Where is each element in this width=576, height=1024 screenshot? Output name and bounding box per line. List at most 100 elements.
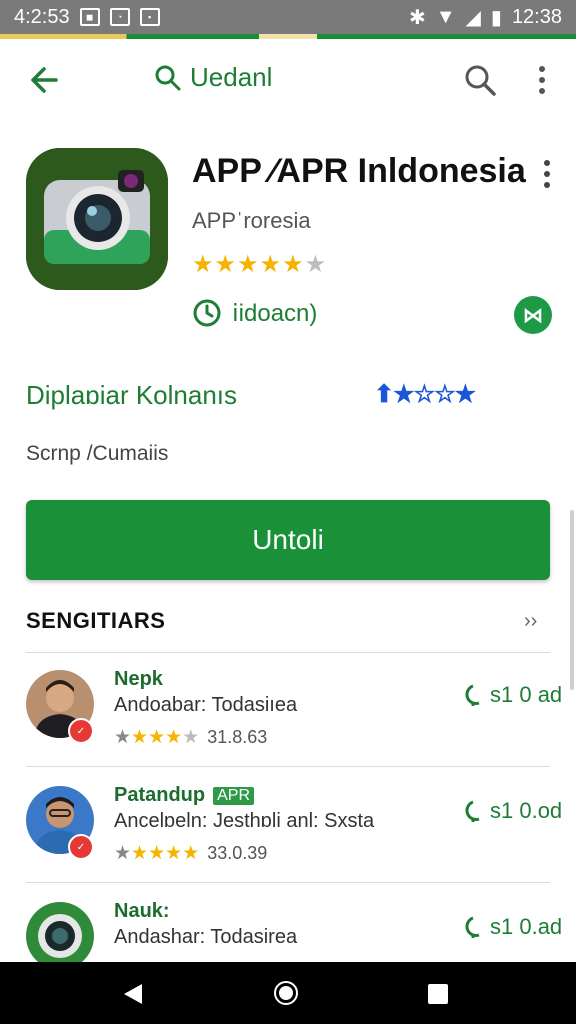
clock-icon: [193, 299, 221, 327]
app-subtitle: APPˈroresia: [192, 208, 311, 233]
avatar: [26, 902, 94, 970]
item-rating: ★ ★ ★ ★ ★ 31.8.63: [114, 726, 267, 749]
bluetooth-icon: ✱: [408, 6, 426, 29]
list-item[interactable]: ✓ Nepk Andoabar: Todasiıea ★ ★ ★ ★ ★ 31.…: [0, 668, 576, 778]
item-name-text: Nauk:: [114, 900, 170, 922]
item-size[interactable]: s1 0 ad: [462, 682, 562, 708]
list-item[interactable]: ✓ Patandup APR Ancelɒeln: Jesthɒli anl: …: [0, 784, 576, 894]
back-arrow-icon: [31, 67, 58, 93]
item-name-text: Nepk: [114, 668, 163, 690]
scrollbar[interactable]: [570, 510, 574, 690]
item-size-text: s1 0 ad: [490, 682, 563, 707]
star-icon: ★: [148, 727, 166, 748]
item-desc: Andashar: Todasirea: [114, 926, 298, 948]
more-options-button[interactable]: [530, 62, 554, 98]
wifi-icon: ▼: [435, 5, 456, 28]
star-icon: ★: [259, 251, 282, 278]
more-dot-icon: [544, 182, 550, 188]
more-dot-icon: [539, 88, 545, 94]
nav-recents-button[interactable]: [428, 984, 448, 1004]
download-icon: [465, 684, 480, 706]
status-right: ✱ ▼ ◢ ▮ 12:38: [409, 5, 576, 30]
status-bar: 4:2:53 ◼ ◔ ▪ ✱ ▼ ◢ ▮ 12:38: [0, 0, 576, 34]
section-title: SENGITIARS: [26, 608, 166, 633]
star-icon: ★: [237, 251, 259, 278]
search-icon: [465, 65, 496, 96]
status-time-right: 12:38: [511, 5, 562, 28]
item-size[interactable]: s1 0.ad: [462, 914, 562, 940]
item-desc: Andoabar: Todasiıea: [114, 694, 298, 716]
back-button[interactable]: [26, 62, 62, 98]
star-icon: ★: [131, 727, 149, 748]
star-icon: ★: [182, 843, 200, 864]
rating-badge: ⬆★☆☆★: [374, 381, 476, 408]
divider: [26, 882, 550, 883]
download-icon: [465, 800, 480, 822]
star-icon: ★: [114, 727, 132, 748]
app-category: Scrnp /Cumaiis: [26, 442, 169, 465]
camera-icon: [26, 148, 168, 290]
home-circle-icon: [279, 986, 293, 1000]
accent-line: [0, 34, 576, 39]
item-name: Nauk:: [114, 900, 170, 923]
star-icon: ★: [114, 843, 132, 864]
more-dot-icon: [544, 160, 550, 166]
camera-icon: [26, 902, 94, 970]
divider: [26, 652, 550, 653]
item-size-text: s1 0.od: [490, 798, 563, 823]
triangle-back-icon: [124, 984, 142, 1004]
signal-icon: ◢: [465, 6, 481, 29]
nav-home-button[interactable]: [274, 981, 298, 1005]
notification-icon: ◼: [79, 8, 100, 26]
battery-icon: ▮: [490, 6, 502, 29]
star-icon: ★: [304, 251, 327, 278]
status-time-left: 4:2:53: [14, 5, 70, 28]
more-dot-icon: [539, 66, 545, 72]
search-button[interactable]: [462, 62, 498, 98]
status-left: 4:2:53 ◼ ◔ ▪: [0, 6, 160, 29]
star-icon: ★: [131, 843, 149, 864]
star-icon: ★: [182, 727, 200, 748]
nav-back-button[interactable]: [122, 982, 144, 1011]
more-dot-icon: [544, 171, 550, 177]
divider: [26, 766, 550, 767]
item-size[interactable]: s1 0.od: [462, 798, 562, 824]
item-name: Nepk: [114, 668, 163, 691]
star-icon: ★: [192, 251, 214, 278]
search-query[interactable]: Uedanl: [154, 62, 272, 93]
toolbar: Uedanl: [0, 44, 576, 118]
star-icon: ★: [148, 843, 166, 864]
star-icon: ★: [165, 843, 183, 864]
item-name-text: Patandup: [114, 784, 206, 806]
nav-bar: [0, 962, 576, 1024]
install-button[interactable]: Untoli: [26, 500, 550, 580]
item-name: Patandup APR: [114, 784, 255, 807]
share-button[interactable]: ⋈: [514, 296, 552, 334]
item-rating-value: 31.8.63: [207, 727, 268, 747]
notification-icon: ▪: [139, 8, 160, 26]
item-rating: ★ ★ ★ ★ ★ 33.0.39: [114, 842, 267, 865]
verified-badge-icon: ✓: [68, 834, 94, 860]
app-icon: [26, 148, 168, 290]
star-icon: ★: [282, 251, 304, 278]
app-more-button[interactable]: [540, 160, 554, 188]
download-icon: [465, 916, 480, 938]
share-icon: ⋈: [523, 304, 543, 327]
more-dot-icon: [539, 77, 545, 83]
app-stat: ⅰidoacn): [192, 298, 317, 328]
item-desc: Ancelɒeln: Jesthɒli anl: Sxsta: [114, 810, 375, 832]
item-tag: APR: [213, 786, 255, 805]
app-stat-label: ⅰidoacn): [232, 299, 318, 327]
developer-name[interactable]: Diplaɒiar Kolnanıs: [26, 380, 237, 411]
app-title: APP ⁄APR Inldonesia: [192, 152, 526, 190]
star-icon: ★: [165, 727, 183, 748]
star-icon: ★: [214, 251, 237, 278]
item-rating-value: 33.0.39: [207, 843, 268, 863]
app-rating-stars: ★ ★ ★ ★ ★ ★: [192, 250, 326, 279]
notification-icon: ◔: [109, 8, 130, 26]
item-size-text: s1 0.ad: [490, 914, 563, 939]
search-query-text: Uedanl: [190, 62, 273, 92]
search-icon: [155, 65, 181, 90]
section-more-button[interactable]: ››: [524, 610, 537, 633]
verified-badge-icon: ✓: [68, 718, 94, 744]
